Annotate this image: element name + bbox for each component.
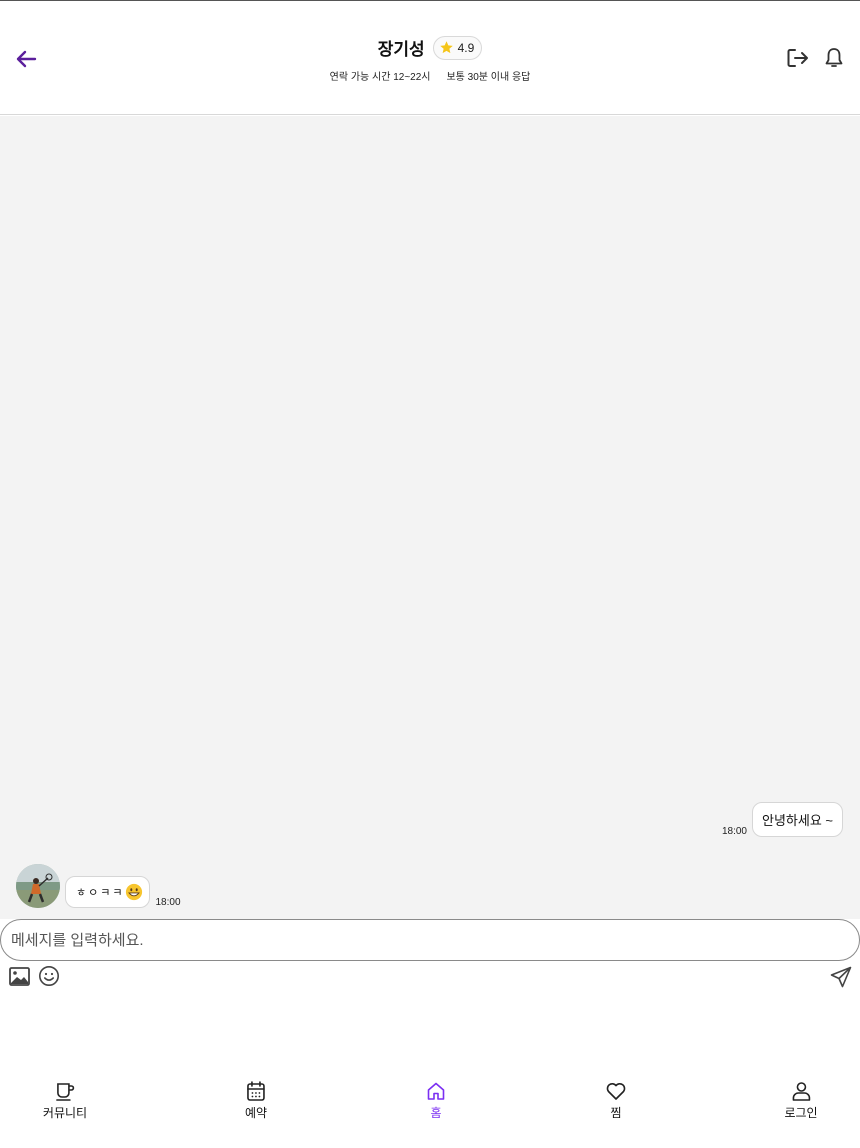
availability-info: 연락 가능 시간 12~22시 보통 30분 이내 응답 [0, 68, 860, 83]
send-button[interactable] [830, 966, 852, 988]
partner-message-bubble[interactable]: ㅎㅇㅋㅋ [65, 876, 151, 908]
contact-hours: 연락 가능 시간 12~22시 [329, 72, 431, 83]
calendar-icon [247, 1081, 265, 1101]
grinning-emoji-icon [126, 883, 143, 901]
chat-header: 장기성 4.9 연락 가능 시간 12~22시 보통 30분 이내 응답 [0, 1, 860, 115]
exit-icon [787, 49, 808, 67]
star-icon [439, 41, 453, 54]
rating-value: 4.9 [457, 40, 475, 55]
heart-icon [606, 1083, 626, 1100]
nav-label: 홈 [430, 1106, 442, 1120]
paper-plane-icon [830, 966, 852, 988]
image-icon [8, 966, 30, 986]
header-actions [786, 45, 846, 71]
nav-label: 찜 [610, 1106, 622, 1120]
coffee-cup-icon [56, 1083, 75, 1101]
bottom-navigation: 커뮤니티 예약 홈 찜 로그인 [0, 1080, 860, 1140]
leave-chat-button[interactable] [786, 45, 810, 71]
my-message-bubble[interactable]: 안녕하세요 ~ [751, 802, 843, 837]
title-row: 장기성 4.9 [0, 35, 860, 60]
bell-icon [825, 48, 843, 67]
nav-label: 커뮤니티 [42, 1106, 88, 1120]
nav-item-favorites[interactable]: 찜 [605, 1080, 627, 1121]
partner-message-text: ㅎㅇㅋㅋ [76, 887, 125, 899]
response-time: 보통 30분 이내 응답 [446, 72, 531, 83]
user-icon [792, 1082, 810, 1101]
home-icon [427, 1082, 445, 1100]
chat-messages-area[interactable]: 18:00 안녕하세요 ~ ㅎㅇㅋㅋ 18:00 [0, 116, 860, 919]
nav-item-home[interactable]: 홈 [425, 1080, 447, 1121]
partner-name: 장기성 [377, 40, 425, 59]
nav-item-login[interactable]: 로그인 [784, 1080, 818, 1121]
rating-badge: 4.9 [432, 35, 483, 60]
partner-avatar[interactable] [16, 864, 60, 908]
partner-message: ㅎㅇㅋㅋ 18:00 [16, 864, 181, 908]
nav-item-reservation[interactable]: 예약 [245, 1080, 267, 1121]
my-message: 18:00 안녕하세요 ~ [722, 802, 843, 837]
composer [0, 919, 860, 961]
attach-image-button[interactable] [8, 965, 30, 987]
message-input[interactable] [0, 919, 860, 961]
nav-item-community[interactable]: 커뮤니티 [43, 1080, 87, 1121]
smiley-icon [39, 966, 59, 986]
nav-label: 예약 [244, 1106, 268, 1120]
message-time: 18:00 [721, 826, 747, 837]
emoji-button[interactable] [38, 965, 60, 987]
notification-button[interactable] [822, 45, 846, 71]
nav-label: 로그인 [784, 1106, 818, 1120]
avatar-photo [16, 864, 60, 908]
composer-tools [8, 965, 60, 987]
message-time: 18:00 [155, 897, 181, 908]
